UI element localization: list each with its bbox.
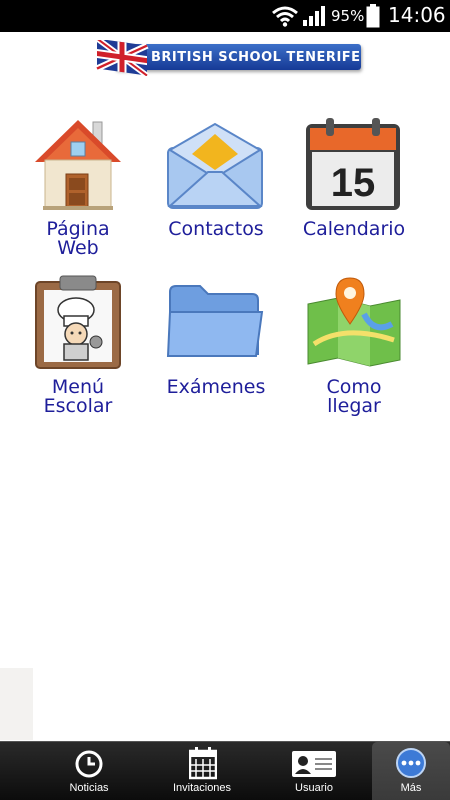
tile-label: Web xyxy=(57,237,99,259)
side-edge-patch xyxy=(0,668,33,740)
tab-usuario[interactable]: Usuario xyxy=(269,742,359,800)
envelope-icon xyxy=(167,122,263,209)
id-card-icon xyxy=(292,751,336,777)
house-icon xyxy=(35,120,121,210)
status-time: 14:06 xyxy=(388,3,446,27)
svg-text:15: 15 xyxy=(331,161,376,205)
tile-label: Exámenes xyxy=(166,376,266,398)
wifi-icon xyxy=(272,6,298,27)
tab-invitaciones[interactable]: Invitaciones xyxy=(157,742,247,800)
tab-label: Usuario xyxy=(295,782,333,794)
calendar-grid-icon xyxy=(189,747,217,780)
tile-label: Escolar xyxy=(43,395,113,417)
folder-icon xyxy=(166,285,264,357)
tile-pagina-web[interactable]: Página Web xyxy=(8,112,148,262)
calendar-icon: 15 xyxy=(306,118,400,210)
union-jack-flag-icon xyxy=(95,40,149,76)
tile-label: Calendario xyxy=(302,218,406,240)
status-bar: 95% 14:06 xyxy=(0,0,450,32)
tile-menu-escolar[interactable]: Menú Escolar xyxy=(8,270,148,420)
tile-examenes[interactable]: Exámenes xyxy=(146,270,286,420)
bottom-tab-bar: Noticias Invitaciones Usuario Más xyxy=(0,741,450,800)
map-pin-icon xyxy=(307,277,401,367)
tile-label: Contactos xyxy=(168,218,264,240)
tile-calendario[interactable]: 15 Calendario xyxy=(284,112,424,262)
banner-title: BRITISH SCHOOL TENERIFE xyxy=(151,50,361,65)
battery-icon xyxy=(366,4,380,28)
chef-clipboard-icon xyxy=(35,275,121,369)
clock-icon xyxy=(75,750,103,778)
tab-mas[interactable]: Más xyxy=(372,742,450,800)
battery-percent: 95% xyxy=(331,7,365,25)
school-banner: BRITISH SCHOOL TENERIFE xyxy=(93,40,363,76)
tab-label: Invitaciones xyxy=(172,782,232,794)
signal-icon xyxy=(303,6,325,26)
tile-como-llegar[interactable]: Como llegar xyxy=(284,270,424,420)
tab-noticias[interactable]: Noticias xyxy=(44,742,134,800)
tab-label: Más xyxy=(400,782,422,794)
tile-contactos[interactable]: Contactos xyxy=(146,112,286,262)
tab-label: Noticias xyxy=(69,782,109,794)
tile-label: llegar xyxy=(327,395,381,417)
more-dots-icon xyxy=(396,748,426,778)
